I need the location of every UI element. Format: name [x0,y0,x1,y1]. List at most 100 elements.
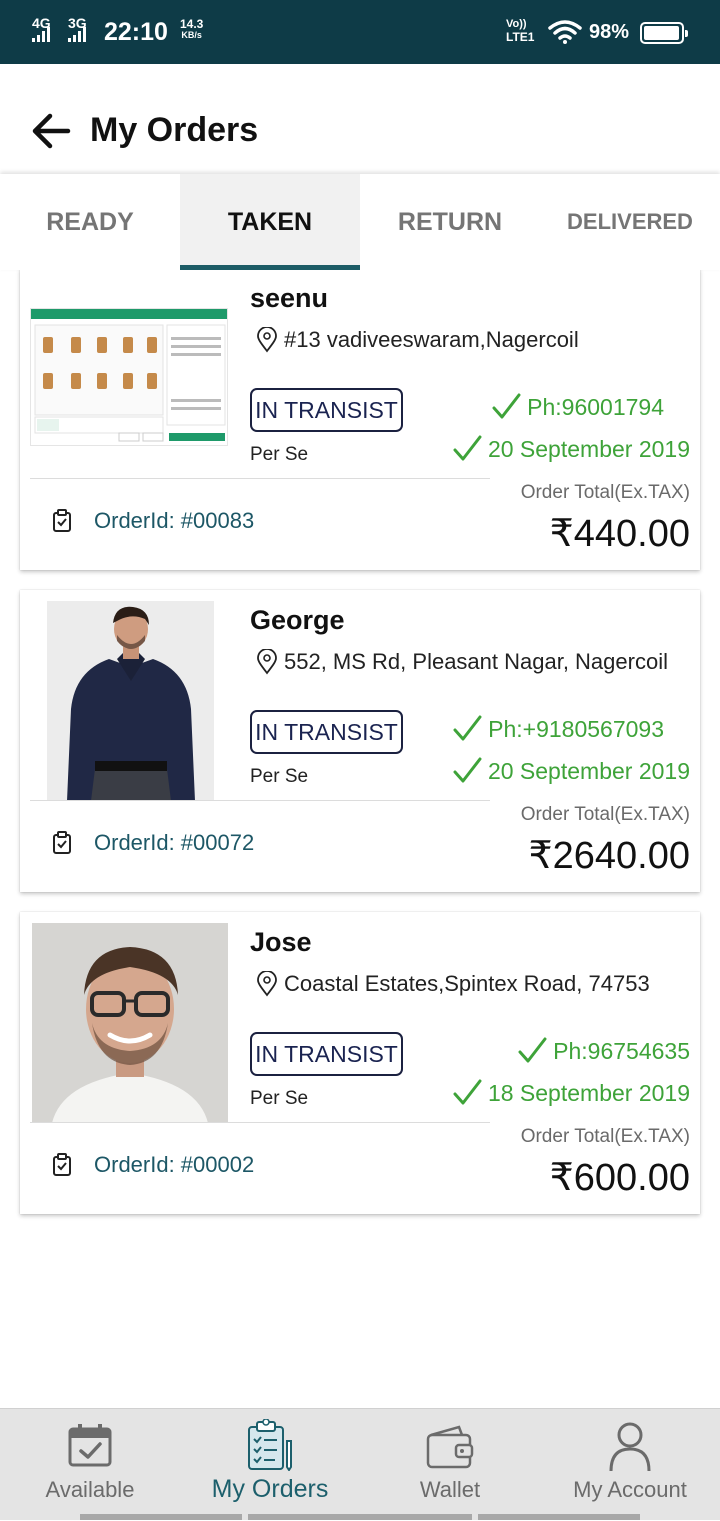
order-amount: ₹440.00 [549,513,690,555]
customer-name: George [250,605,345,635]
speed-unit: KB/s [181,30,202,40]
check-icon [453,1079,482,1105]
signal-bars-1-icon [32,26,50,42]
check-icon [518,1037,547,1063]
phone-text: Ph:96001794 [527,393,664,420]
date-text: 18 September 2019 [487,1079,690,1106]
order-total-label: Order Total(Ex.TAX) [520,804,690,825]
divider [30,1122,490,1123]
order-total-label: Order Total(Ex.TAX) [520,482,690,503]
tab-delivered[interactable]: DELIVERED [540,174,720,270]
volte-indicator: Vo)) LTE1 [506,18,534,44]
order-id: OrderId: #00002 [52,1152,254,1178]
order-amount: ₹600.00 [549,1157,690,1199]
order-id-text: OrderId: #00072 [94,830,255,855]
nav-indicator [248,1514,472,1520]
clipboard-icon [53,509,71,532]
status-badge: IN TRANSIST [250,1032,403,1076]
man-portrait-photo [32,923,228,1123]
page-title: My Orders [90,111,259,149]
customer-phone[interactable]: Ph:+9180567093 [452,714,664,744]
order-date: 18 September 2019 [452,1078,690,1108]
nav-indicator [478,1514,640,1520]
wallet-icon [426,1425,474,1469]
nav-label: Wallet [419,1477,481,1502]
bottom-navigation: Available My Orders Wallet My Account [0,1408,720,1520]
nav-label: My Account [573,1477,687,1502]
battery-percent: 98% [589,21,630,43]
man-in-shirt-photo [47,601,214,801]
status-badge: IN TRANSIST [250,388,403,432]
clipboard-icon [53,1153,71,1176]
order-date: 20 September 2019 [452,434,690,464]
check-icon [453,715,482,741]
customer-phone[interactable]: Ph:96001794 [491,392,664,422]
check-icon [453,757,482,783]
clipboard-icon [53,831,71,854]
order-card[interactable]: Jose Coastal Estates,Spintex Road, 74753… [20,912,700,1214]
order-total-label: Order Total(Ex.TAX) [520,1126,690,1147]
date-text: 20 September 2019 [487,435,690,462]
orders-list: seenu #13 vadiveeswaram,Nagercoil IN TRA… [0,270,720,1408]
order-id-text: OrderId: #00083 [94,508,255,533]
nav-my-account[interactable]: My Account [540,1409,720,1521]
network-speed: 14.3 KB/s [180,18,203,40]
divider [30,800,490,801]
tab-taken[interactable]: TAKEN [180,174,360,270]
nav-label: Available [45,1477,135,1502]
nav-available[interactable]: Available [0,1409,180,1521]
calendar-check-icon [68,1424,112,1467]
check-icon [453,435,482,461]
customer-phone[interactable]: Ph:96754635 [517,1036,690,1066]
phone-text: Ph:96754635 [553,1037,690,1064]
speed-value: 14.3 [180,17,204,31]
check-icon [492,393,521,419]
order-id-text: OrderId: #00002 [94,1152,255,1177]
phone-text: Ph:+9180567093 [488,715,664,742]
location-pin-icon [257,649,277,675]
address-text: Coastal Estates,Spintex Road, 74753 [284,971,650,996]
volte-bottom: LTE1 [506,30,535,44]
nav-indicator [80,1514,242,1520]
nav-label: My Orders [211,1475,329,1503]
divider [30,478,490,479]
customer-address: 552, MS Rd, Pleasant Nagar, Nagercoil [256,648,696,676]
product-image [30,308,228,446]
status-time: 22:10 [104,18,168,46]
battery-icon [640,22,688,44]
tab-return[interactable]: RETURN [360,174,540,270]
order-amount: ₹2640.00 [528,835,690,877]
order-status-tabs: READY TAKEN RETURN DELIVERED [0,174,720,270]
order-card[interactable]: George 552, MS Rd, Pleasant Nagar, Nager… [20,590,700,892]
location-pin-icon [257,971,277,997]
shipping-method: Per Se [250,1088,309,1109]
clipboard-list-icon [248,1419,292,1471]
customer-address: #13 vadiveeswaram,Nagercoil [256,326,696,354]
wifi-icon [548,20,582,44]
customer-name: seenu [250,283,329,313]
order-date: 20 September 2019 [452,756,690,786]
location-pin-icon [257,327,277,353]
customer-name: Jose [250,927,312,957]
nav-my-orders[interactable]: My Orders [180,1409,360,1521]
pos-screenshot-image [31,309,227,442]
status-bar: 4G 3G 22:10 14.3 KB/s Vo)) LTE1 98% [0,0,720,64]
status-badge: IN TRANSIST [250,710,403,754]
app-header: My Orders [0,64,720,174]
customer-address: Coastal Estates,Spintex Road, 74753 [256,970,696,998]
user-icon [609,1422,651,1472]
order-id: OrderId: #00083 [52,508,254,534]
shipping-method: Per Se [250,766,309,787]
order-card[interactable]: seenu #13 vadiveeswaram,Nagercoil IN TRA… [20,270,700,570]
product-image [32,923,228,1123]
signal-bars-2-icon [68,26,86,42]
nav-wallet[interactable]: Wallet [360,1409,540,1521]
tab-ready[interactable]: READY [0,174,180,270]
address-text: 552, MS Rd, Pleasant Nagar, Nagercoil [284,649,668,674]
product-image [47,601,214,801]
date-text: 20 September 2019 [487,757,690,784]
order-id: OrderId: #00072 [52,830,254,856]
address-text: #13 vadiveeswaram,Nagercoil [284,327,579,352]
shipping-method: Per Se [250,444,309,465]
arrow-left-icon[interactable] [28,108,74,154]
